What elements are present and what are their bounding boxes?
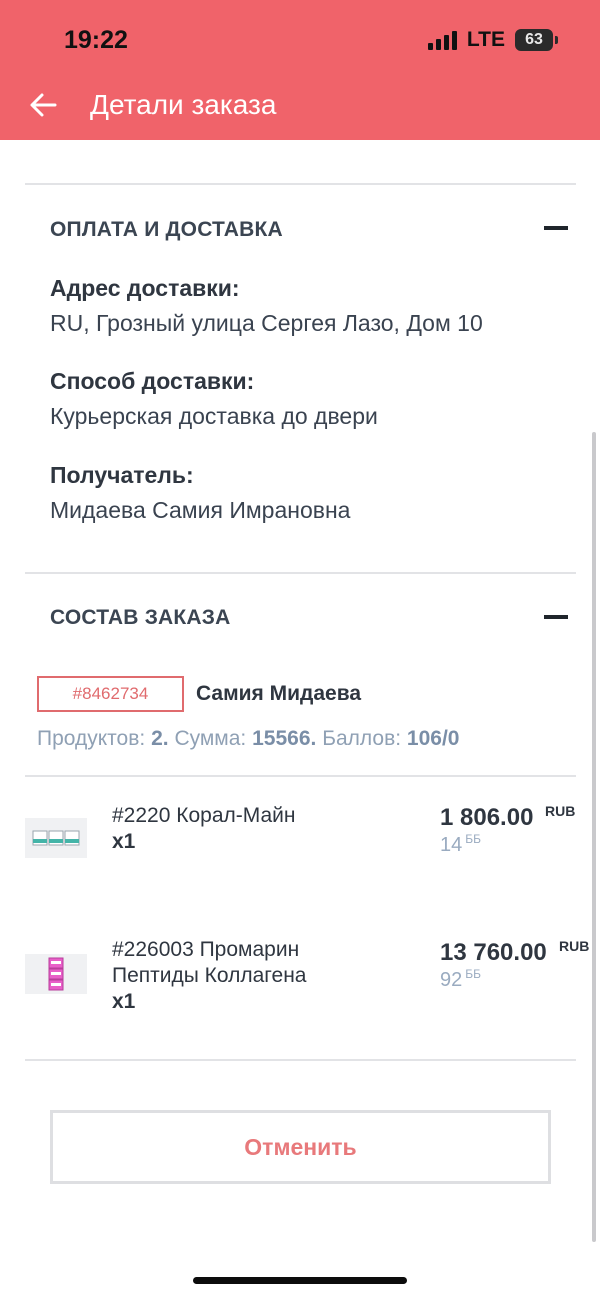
back-arrow-icon[interactable] [28, 90, 58, 120]
cancel-order-button[interactable]: Отменить [50, 1110, 551, 1184]
item-points-unit: ББ [465, 967, 481, 981]
customer-name: Самия Мидаева [196, 682, 362, 705]
collapse-minus-icon[interactable] [544, 615, 568, 619]
item-points: 92 ББ [440, 967, 481, 992]
app-header: 19:22 LTE 63 Детали заказа [0, 0, 600, 140]
battery-tip [555, 36, 558, 44]
product-boxes-pink-icon [25, 954, 87, 994]
item-points-value: 92 [440, 969, 463, 991]
item-points-unit: ББ [465, 832, 481, 846]
points-label: Баллов: [322, 727, 402, 750]
product-boxes-blue-icon [25, 818, 87, 858]
items-divider [25, 1059, 576, 1061]
delivery-method-value: Курьерская доставка до двери [50, 403, 378, 429]
section-divider [25, 183, 576, 185]
points-value: 106/0 [406, 727, 460, 750]
battery-icon: 63 [515, 29, 553, 51]
battery-level: 63 [525, 31, 543, 48]
signal-icon [427, 30, 457, 50]
section-title-payment-delivery[interactable]: ОПЛАТА И ДОСТАВКА [50, 218, 283, 242]
page-title: Детали заказа [90, 89, 277, 120]
item-name: #226003 Промарин Пептиды Коллагена [112, 938, 307, 987]
item-price: 13 760.00 [440, 939, 547, 966]
item-points: 14 ББ [440, 832, 481, 857]
item-currency: RUB [559, 938, 590, 954]
status-indicators: LTE 63 [427, 27, 558, 53]
section-divider [25, 572, 576, 574]
scrollbar[interactable] [592, 432, 596, 1242]
address-label: Адрес доставки: [50, 275, 240, 301]
item-currency: RUB [545, 803, 576, 819]
collapse-minus-icon[interactable] [544, 226, 568, 230]
home-indicator[interactable] [193, 1277, 407, 1284]
sum-label: Сумма: [174, 727, 247, 750]
status-time: 19:22 [64, 26, 128, 54]
order-id-badge: #8462734 [37, 676, 184, 712]
recipient-label: Получатель: [50, 462, 194, 488]
section-title-order-contents[interactable]: СОСТАВ ЗАКАЗА [50, 606, 231, 630]
recipient-value: Мидаева Самия Имрановна [50, 497, 351, 523]
item-quantity: x1 [112, 990, 136, 1013]
item-quantity: x1 [112, 830, 136, 853]
sum-value: 15566. [252, 727, 317, 750]
order-summary: Продуктов: 2. Сумма: 15566. Баллов: 106/… [37, 727, 459, 751]
address-value: RU, Грозный улица Сергея Лазо, Дом 10 [50, 310, 483, 336]
products-label: Продуктов: [37, 727, 146, 750]
item-name: #2220 Корал-Майн [112, 804, 296, 827]
products-value: 2. [151, 727, 169, 750]
item-price: 1 806.00 [440, 804, 534, 831]
network-type: LTE [466, 28, 505, 51]
delivery-method-label: Способ доставки: [50, 368, 255, 394]
items-divider [25, 775, 576, 777]
item-points-value: 14 [440, 834, 463, 856]
